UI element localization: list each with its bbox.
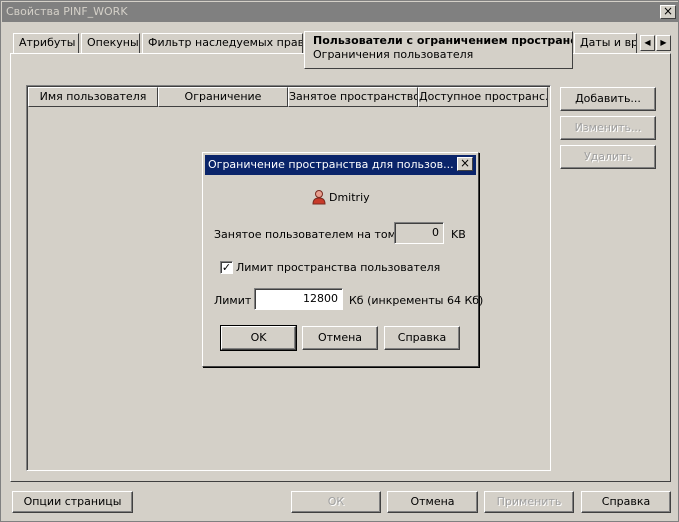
tab-label: Даты и вр: [580, 36, 637, 49]
tab-attributes[interactable]: Атрибуты: [13, 33, 79, 54]
edit-button[interactable]: Изменить...: [560, 116, 656, 140]
tab-scroll-left-icon[interactable]: ◀: [640, 35, 655, 51]
used-space-field: 0: [394, 222, 444, 244]
cancel-button[interactable]: Отмена: [387, 491, 478, 513]
tab-label: Атрибуты: [19, 36, 76, 49]
tab-dates-times[interactable]: Даты и вр: [574, 33, 637, 54]
column-header-available-space[interactable]: Доступное пространс...: [418, 87, 548, 107]
dialog-titlebar: Ограничение пространства для пользов...: [205, 155, 476, 175]
tab-sublabel: Ограничения пользователя: [313, 48, 474, 61]
tab-label: Фильтр наследуемых прав...: [148, 36, 303, 49]
window-title: Свойства PINF_WORK: [6, 5, 128, 18]
limit-label: Лимит: [214, 294, 252, 307]
dialog-ok-button[interactable]: OK: [220, 325, 297, 351]
apply-button[interactable]: Применить: [484, 491, 574, 513]
dialog-cancel-button[interactable]: Отмена: [302, 326, 378, 350]
limit-unit: Кб (инкременты 64 Кб): [349, 294, 484, 307]
ok-button[interactable]: ОК: [291, 491, 381, 513]
help-button[interactable]: Справка: [581, 491, 671, 513]
page-options-button[interactable]: Опции страницы: [12, 491, 133, 513]
tab-trustees[interactable]: Опекуны: [81, 33, 140, 54]
tab-label: Опекуны: [87, 36, 139, 49]
column-header-user-name[interactable]: Имя пользователя: [28, 87, 158, 107]
user-name: Dmitriy: [329, 191, 370, 204]
delete-button[interactable]: Удалить: [560, 145, 656, 169]
column-header-used-space[interactable]: Занятое пространство: [288, 87, 418, 107]
limit-checkbox-label: Лимит пространства пользователя: [236, 261, 441, 274]
properties-window: Свойства PINF_WORK × Атрибуты Опекуны Фи…: [0, 0, 679, 522]
window-titlebar: Свойства PINF_WORK: [2, 2, 679, 22]
user-icon: [311, 189, 327, 205]
dialog-close-icon[interactable]: ×: [457, 157, 473, 171]
tab-label: Пользователи с ограничением пространства: [313, 34, 573, 47]
tab-inherited-rights-filter[interactable]: Фильтр наследуемых прав...: [142, 33, 303, 54]
limit-input[interactable]: 12800: [254, 288, 343, 310]
used-space-label: Занятое пользователем на томе:: [214, 228, 407, 241]
tab-scroll-right-icon[interactable]: ▶: [656, 35, 671, 51]
tab-user-space-restrictions[interactable]: Пользователи с ограничением пространства…: [304, 31, 573, 69]
close-icon[interactable]: ×: [660, 5, 676, 19]
column-header-restriction[interactable]: Ограничение: [158, 87, 288, 107]
add-button[interactable]: Добавить...: [560, 87, 656, 111]
dialog-help-button[interactable]: Справка: [384, 326, 460, 350]
used-space-unit: KB: [451, 228, 466, 241]
limit-checkbox[interactable]: ✓: [220, 261, 233, 274]
dialog-title: Ограничение пространства для пользов...: [208, 158, 454, 171]
space-restriction-dialog: Ограничение пространства для пользов... …: [202, 152, 483, 367]
